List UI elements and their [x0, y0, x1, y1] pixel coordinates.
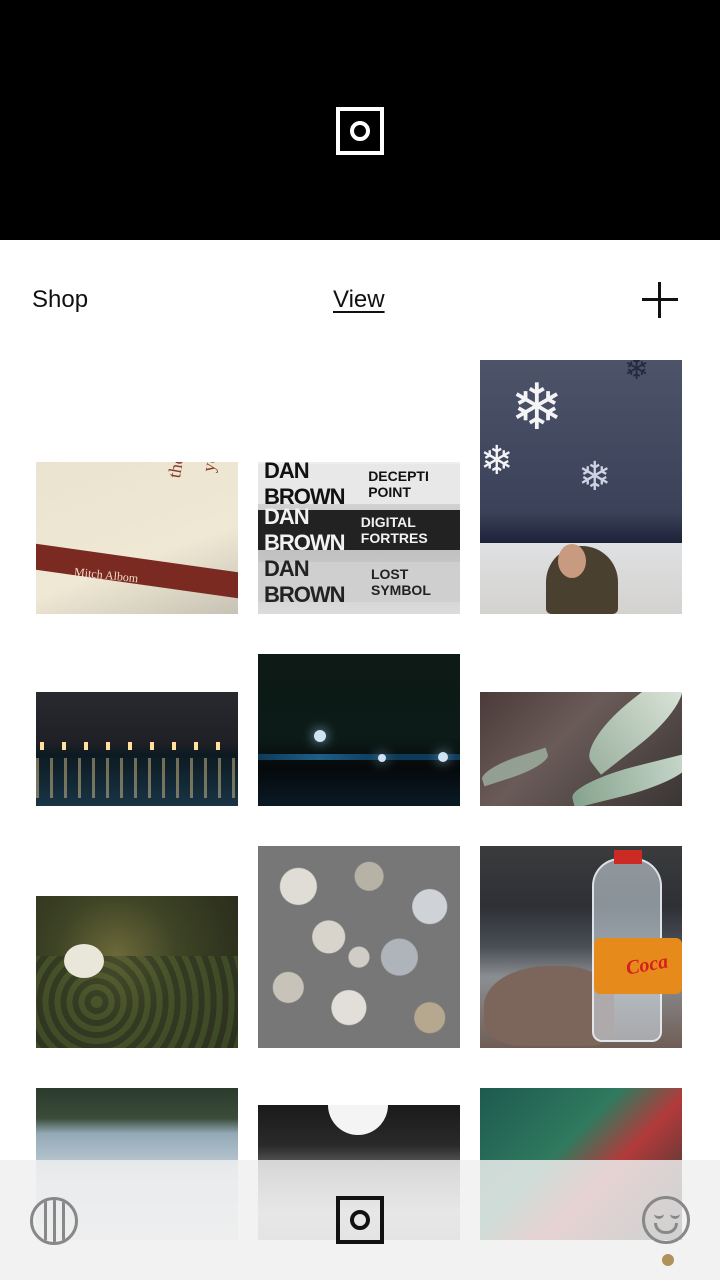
view-link[interactable]: View [333, 286, 385, 314]
book-row-3: DAN BROWN LOST SYMBOL [258, 556, 460, 607]
photo-thumb-night-bokeh[interactable] [258, 654, 460, 806]
book-title-line2: you meet in hea [198, 462, 238, 474]
road-horizon [328, 1105, 388, 1135]
face-eye [654, 1213, 664, 1219]
camera-square-icon[interactable] [336, 1196, 384, 1244]
notification-dot [662, 1254, 674, 1266]
book-1-title: DECEPTI POINT [368, 468, 429, 500]
water-reflection [36, 758, 238, 798]
book-row-1: DAN BROWN DECEPTI POINT [258, 462, 460, 509]
snowflake-icon: ❄ [578, 455, 612, 499]
book-3-title: LOST SYMBOL [370, 566, 431, 598]
person-head [558, 544, 586, 578]
grid-circle-icon[interactable] [30, 1197, 78, 1245]
face-mouth [654, 1223, 678, 1234]
book-2-author: DAN BROWN [264, 504, 346, 555]
photo-thumb-pebbles[interactable] [258, 846, 460, 1048]
book-row-2: DAN BROWN DIGITAL FORTRES [258, 504, 460, 555]
grid-line [44, 1200, 47, 1242]
grid-line [62, 1200, 65, 1242]
book-title-line1: the five people [164, 462, 203, 480]
snowflake-icon: ❄ [510, 371, 564, 443]
bokeh-light [438, 752, 448, 762]
photo-thumb-book[interactable]: the five people you meet in hea Mitch Al… [36, 462, 238, 614]
book-3-author: DAN BROWN [264, 556, 346, 607]
plus-icon[interactable] [640, 280, 680, 320]
top-nav: Shop View [0, 240, 720, 360]
photo-grid: the five people you meet in hea Mitch Al… [0, 360, 720, 1280]
grid-line [53, 1200, 56, 1242]
book-2-title: DIGITAL FORTRES [360, 514, 428, 546]
smiley-face-icon[interactable] [642, 1196, 690, 1244]
bokeh-light [378, 754, 386, 762]
face-eye [670, 1213, 680, 1219]
photo-thumb-dan-brown[interactable]: DAN BROWN DECEPTI POINT DAN BROWN DIGITA… [258, 462, 460, 614]
leaf [568, 753, 682, 806]
photo-thumb-harbor-night[interactable] [36, 692, 238, 806]
bottle-cap [614, 850, 642, 864]
photo-thumb-leaves[interactable] [480, 692, 682, 806]
harbor-lights [40, 742, 230, 750]
photo-thumb-snowflakes[interactable]: ❄ ❄ ❄ ❄ [480, 360, 682, 614]
photo-thumb-bottle[interactable]: Coca [480, 846, 682, 1048]
white-object [64, 944, 104, 978]
camera-dot [350, 1210, 370, 1230]
water-band [258, 754, 460, 760]
photo-thumb-plants[interactable] [36, 896, 238, 1048]
logo-dot [350, 121, 370, 141]
snowflake-icon: ❄ [480, 439, 514, 483]
vsco-square-logo-icon[interactable] [336, 107, 384, 155]
shop-link[interactable]: Shop [32, 286, 88, 314]
leaf [480, 747, 552, 787]
bokeh-light [314, 730, 326, 742]
snowflake-icon: ❄ [624, 360, 650, 386]
camera-header [0, 0, 720, 240]
book-1-author: DAN BROWN [264, 462, 346, 509]
